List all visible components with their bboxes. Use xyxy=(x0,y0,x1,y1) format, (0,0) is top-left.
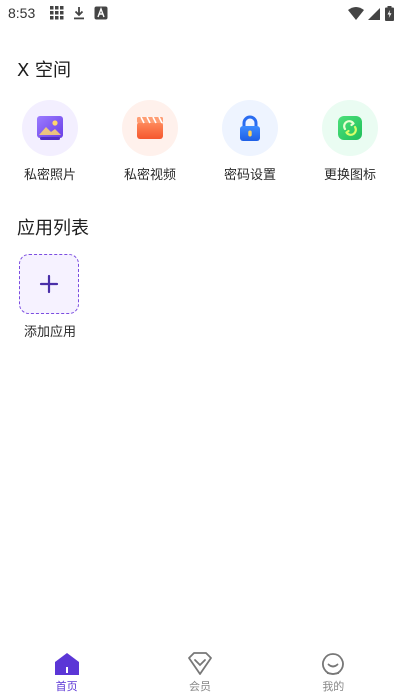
private-photos-button[interactable]: 私密照片 xyxy=(0,100,100,183)
add-app-tile[interactable] xyxy=(19,254,79,314)
app-store-icon xyxy=(94,6,108,20)
video-icon xyxy=(122,100,178,156)
add-app-label: 添加应用 xyxy=(23,325,76,340)
bottom-nav: 首页 会员 我的 xyxy=(0,648,400,700)
nav-label: 我的 xyxy=(322,680,345,693)
vip-icon xyxy=(188,652,212,675)
swap-icon xyxy=(322,100,378,156)
lock-icon xyxy=(222,100,278,156)
feature-label: 更换图标 xyxy=(323,168,376,183)
app-list-title: 应用列表 xyxy=(17,218,89,239)
feature-label: 密码设置 xyxy=(223,168,276,183)
feature-row: 私密照片 私密视频 密码设置 更换图标 xyxy=(0,100,400,190)
change-icon-button[interactable]: 更换图标 xyxy=(300,100,400,183)
nav-home[interactable]: 首页 xyxy=(0,648,133,700)
feature-label: 私密视频 xyxy=(123,168,176,183)
nav-vip[interactable]: 会员 xyxy=(133,648,266,700)
feature-label: 私密照片 xyxy=(23,168,76,183)
wifi-icon xyxy=(348,6,364,20)
private-videos-button[interactable]: 私密视频 xyxy=(100,100,200,183)
add-app-button[interactable]: 添加应用 xyxy=(19,254,81,340)
profile-icon xyxy=(322,653,345,675)
nav-label: 首页 xyxy=(55,680,78,693)
grid-notification-icon xyxy=(50,6,64,20)
home-icon xyxy=(54,653,79,675)
nav-label: 会员 xyxy=(188,680,211,693)
nav-profile[interactable]: 我的 xyxy=(267,648,400,700)
download-icon xyxy=(74,7,84,20)
plus-icon xyxy=(39,274,59,294)
status-bar: 8:53 xyxy=(0,0,400,28)
x-space-title: X 空间 xyxy=(17,60,72,81)
password-settings-button[interactable]: 密码设置 xyxy=(200,100,300,183)
signal-icon xyxy=(368,7,380,20)
photo-icon xyxy=(22,100,78,156)
battery-icon xyxy=(385,6,394,21)
status-time: 8:53 xyxy=(8,5,36,21)
